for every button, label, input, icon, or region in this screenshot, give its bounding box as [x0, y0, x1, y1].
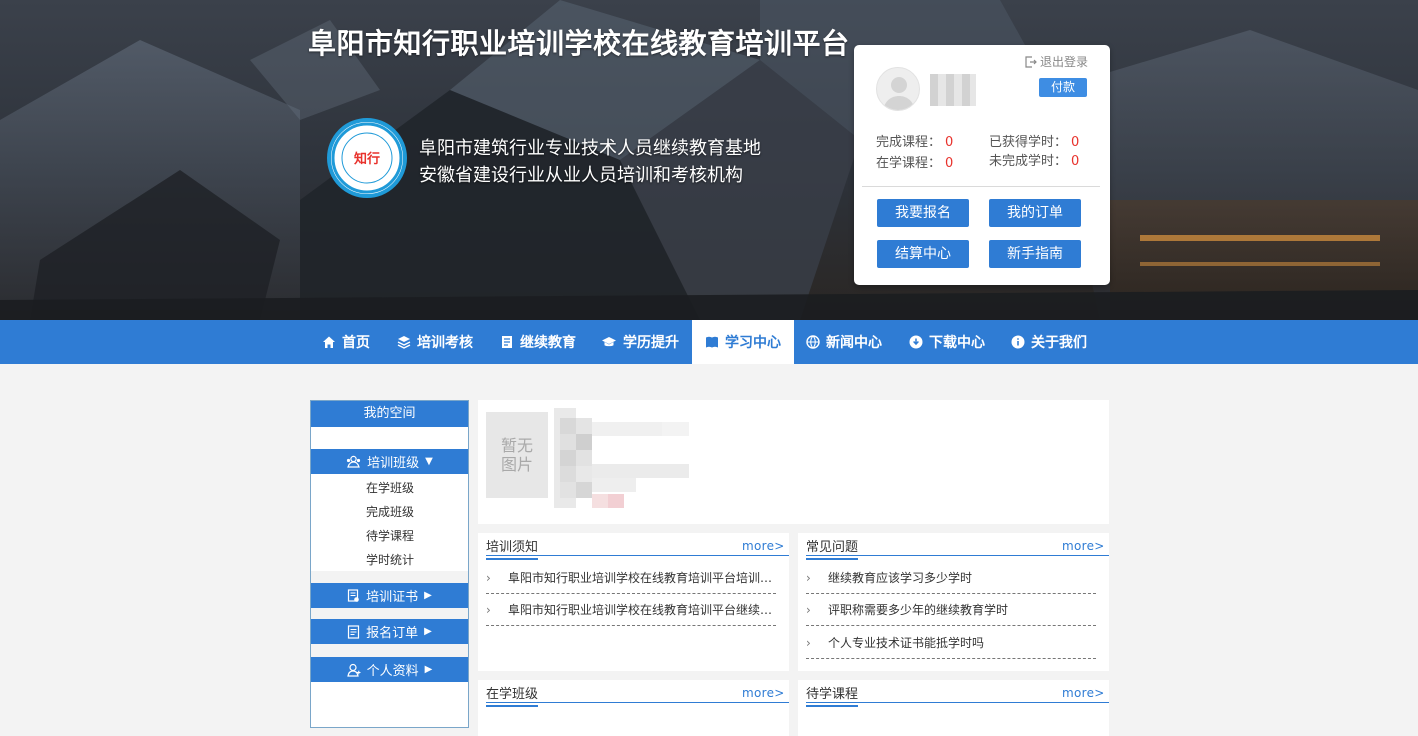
earned-hours-stat: 已获得学时： 0 [989, 135, 1080, 150]
faq-more-link[interactable]: more> [1062, 539, 1105, 553]
completed-courses-stat: 完成课程： 0 [876, 135, 954, 150]
list-item[interactable]: › 评职称需要多少年的继续教育学时 [806, 594, 1096, 626]
list-item[interactable]: › 继续教育应该学习多少学时 [806, 562, 1096, 594]
current-class-panel-title: 在学班级 [486, 683, 539, 707]
list-item[interactable]: › 阜阳市知行职业培训学校在线教育培训平台继续教育须知 [486, 594, 776, 626]
sidebar-section-training-class[interactable]: 培训班级 ▼ [311, 449, 468, 474]
subtitle-line-1: 阜阳市建筑行业专业技术人员继续教育基地 [419, 138, 761, 159]
download-icon [909, 335, 923, 349]
sidebar-spacer [311, 644, 468, 657]
nav-about-us[interactable]: 关于我们 [1011, 320, 1087, 364]
sidebar-spacer [311, 571, 468, 583]
chevron-right-icon: › [486, 571, 491, 585]
school-logo[interactable]: 知行 [327, 118, 407, 198]
panel-divider [486, 555, 789, 556]
panel-divider [486, 702, 789, 703]
studying-courses-stat: 在学课程： 0 [876, 156, 954, 171]
home-icon [323, 336, 335, 348]
panel-divider [806, 555, 1109, 556]
card-divider [862, 186, 1100, 187]
sidebar-spacer [311, 608, 468, 619]
chevron-right-icon: › [486, 603, 491, 617]
list-item[interactable]: › 阜阳市知行职业培训学校在线教育培训平台培训须知 [486, 562, 776, 594]
chevron-right-icon: › [806, 571, 811, 585]
logout-link[interactable]: 退出登录 [1025, 53, 1088, 70]
graduation-cap-icon [602, 337, 616, 347]
notice-panel: 培训须知 more> › 阜阳市知行职业培训学校在线教育培训平台培训须知 › 阜… [478, 533, 789, 671]
faq-panel: 常见问题 more> › 继续教育应该学习多少学时 › 评职称需要多少年的继续教… [798, 533, 1109, 671]
nav-news-center[interactable]: 新闻中心 [806, 320, 882, 364]
profile-box: 暂无 图片 [478, 400, 1109, 524]
logo-text: 知行 [354, 151, 380, 167]
panel-divider [806, 702, 1109, 703]
info-icon [1011, 335, 1025, 349]
sidebar-section-profile[interactable]: 个人资料 ▶ [311, 657, 468, 682]
nav-learning-center[interactable]: 学习中心 [692, 320, 794, 364]
no-photo-placeholder[interactable]: 暂无 图片 [486, 412, 548, 498]
header-banner: 阜阳市知行职业培训学校在线教育培训平台 知行 阜阳市建筑行业专业技术人员继续教育… [0, 0, 1418, 320]
default-avatar-icon [883, 77, 915, 110]
globe-icon [806, 335, 820, 349]
current-class-more-link[interactable]: more> [742, 686, 785, 700]
book-icon [706, 336, 718, 348]
username-blurred [930, 74, 976, 106]
blurred-profile-info [554, 408, 692, 508]
pending-course-panel: 待学课程 more> [798, 680, 1109, 736]
logo-emblem-icon: 知行 [331, 122, 403, 194]
main-nav: 首页 培训考核 继续教育 学历提升 学习中心 新闻中心 下载中心 关于我们 [0, 320, 1418, 364]
order-icon [348, 624, 360, 639]
nav-home[interactable]: 首页 [322, 320, 370, 364]
faq-panel-title: 常见问题 [806, 536, 859, 560]
sidebar-item-current-class[interactable]: 在学班级 [366, 479, 414, 496]
incomplete-hours-stat: 未完成学时： 0 [989, 154, 1080, 169]
sidebar-section-certificate[interactable]: 培训证书 ▶ [311, 583, 468, 608]
user-card: 退出登录 付款 完成课程： 0 已获得学时： 0 在学课程： 0 未完成学时： 0 我要… [854, 45, 1110, 285]
chevron-right-icon: › [806, 603, 811, 617]
chevron-right-icon: › [806, 636, 811, 650]
notice-more-link[interactable]: more> [742, 539, 785, 553]
nav-degree-upgrade[interactable]: 学历提升 [601, 320, 679, 364]
chevron-down-icon: ▼ [425, 456, 433, 467]
subtitle-line-2: 安徽省建设行业从业人员培训和考核机构 [419, 165, 743, 186]
certificate-icon [348, 588, 359, 602]
avatar[interactable] [876, 67, 920, 111]
sidebar-section-orders[interactable]: 报名订单 ▶ [311, 619, 468, 644]
beginner-guide-button[interactable]: 新手指南 [989, 240, 1081, 268]
logout-label: 退出登录 [1039, 55, 1088, 69]
settlement-center-button[interactable]: 结算中心 [877, 240, 969, 268]
nav-download-center[interactable]: 下载中心 [909, 320, 985, 364]
my-orders-button[interactable]: 我的订单 [989, 199, 1081, 227]
sidebar-item-completed-class[interactable]: 完成班级 [366, 503, 414, 520]
nav-continuing-education[interactable]: 继续教育 [500, 320, 576, 364]
nav-training-exam[interactable]: 培训考核 [397, 320, 473, 364]
sidebar-title: 我的空间 [311, 401, 468, 427]
list-item[interactable]: › 个人专业技术证书能抵学时吗 [806, 627, 1096, 659]
notice-panel-title: 培训须知 [486, 536, 539, 560]
sidebar-item-pending-course[interactable]: 待学课程 [366, 527, 414, 544]
sidebar: 我的空间 培训班级 ▼ 在学班级 完成班级 待学课程 学时统计 培训证书 ▶ 报… [310, 400, 469, 728]
layers-icon [397, 336, 411, 349]
current-class-panel: 在学班级 more> [478, 680, 789, 736]
chevron-right-icon: ▶ [424, 664, 433, 675]
document-icon [502, 336, 512, 348]
pending-course-more-link[interactable]: more> [1062, 686, 1105, 700]
sidebar-item-hours-stats[interactable]: 学时统计 [366, 551, 414, 568]
enroll-button[interactable]: 我要报名 [877, 199, 969, 227]
user-icon [346, 663, 361, 677]
pending-course-panel-title: 待学课程 [806, 683, 859, 707]
chevron-right-icon: ▶ [424, 626, 432, 637]
site-title: 阜阳市知行职业培训学校在线教育培训平台 [308, 27, 850, 60]
pay-button[interactable]: 付款 [1039, 78, 1087, 97]
class-icon [347, 455, 361, 468]
chevron-right-icon: ▶ [424, 590, 432, 601]
logout-icon [1025, 55, 1037, 68]
